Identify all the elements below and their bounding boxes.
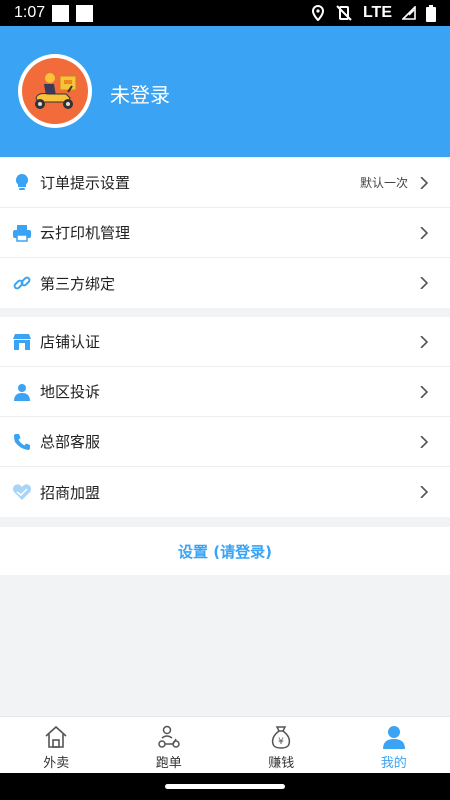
status-time: 1:07 (14, 4, 46, 21)
tab-label: 赚钱 (268, 756, 295, 771)
battery-icon (426, 4, 436, 22)
menu-item-hq-customer-service[interactable]: 总部客服 (0, 417, 450, 467)
chevron-right-icon (420, 226, 429, 239)
login-status[interactable]: 未登录 (110, 79, 170, 108)
menu-item-cloud-printer[interactable]: 云打印机管理 (0, 208, 450, 258)
vibrate-off-icon (336, 5, 352, 21)
menu-item-label: 总部客服 (40, 433, 101, 451)
store-icon (12, 332, 32, 352)
menu-item-label: 地区投诉 (40, 383, 101, 401)
settings-button[interactable]: 设置 (请登录) (0, 527, 450, 575)
printer-icon (12, 223, 32, 243)
menu-item-label: 订单提示设置 (40, 174, 131, 192)
svg-text:¥: ¥ (278, 737, 284, 747)
tab-mine[interactable]: 我的 (338, 717, 450, 773)
status-bar: 1:07 LTE (0, 0, 450, 26)
chevron-right-icon (420, 176, 429, 189)
chevron-right-icon (420, 277, 429, 289)
heart-hand-icon (12, 482, 32, 502)
home-icon (45, 725, 67, 748)
menu-item-regional-complaint[interactable]: 地区投诉 (0, 367, 450, 417)
link-icon (12, 273, 32, 293)
menu-item-label: 云打印机管理 (40, 224, 131, 242)
menu-item-value: 默认一次 (359, 176, 408, 190)
tab-label: 外卖 (43, 756, 70, 771)
tab-label: 我的 (380, 756, 407, 771)
menu-item-label: 第三方绑定 (40, 274, 116, 293)
chevron-right-icon (420, 486, 429, 498)
network-type: LTE (362, 4, 392, 21)
notification-icon (76, 4, 94, 22)
signal-icon (402, 6, 416, 20)
bottom-tab-bar: 外卖 跑单 ¥ 赚钱 我的 (0, 716, 450, 773)
menu-item-label: 店铺认证 (40, 333, 101, 351)
system-nav-bar (0, 773, 450, 800)
home-gesture-handle[interactable] (165, 784, 285, 789)
tab-errand[interactable]: 跑单 (113, 717, 226, 773)
profile-header: 未登录 (0, 26, 450, 157)
phone-icon (12, 432, 32, 452)
person-icon (12, 382, 32, 402)
menu-group-services: 店铺认证 地区投诉 总部客服 招商加盟 (0, 317, 450, 517)
delivery-scooter-icon (22, 58, 88, 124)
tab-takeout[interactable]: 外卖 (0, 717, 113, 773)
menu-item-label: 招商加盟 (40, 483, 101, 502)
tab-label: 跑单 (155, 756, 182, 771)
tab-earn-money[interactable]: ¥ 赚钱 (225, 717, 338, 773)
money-bag-icon: ¥ (272, 726, 291, 749)
menu-item-franchise[interactable]: 招商加盟 (0, 467, 450, 517)
lightbulb-icon (12, 173, 32, 193)
notification-icon (52, 4, 70, 22)
chevron-right-icon (420, 385, 429, 398)
menu-group-orders: 订单提示设置 默认一次 云打印机管理 第三方绑定 (0, 158, 450, 308)
location-icon (311, 5, 324, 21)
menu-item-order-notification[interactable]: 订单提示设置 默认一次 (0, 158, 450, 208)
chevron-right-icon (420, 335, 429, 348)
chevron-right-icon (420, 435, 429, 448)
user-icon (382, 726, 405, 749)
menu-item-store-certification[interactable]: 店铺认证 (0, 317, 450, 367)
courier-icon (158, 725, 180, 748)
avatar[interactable] (18, 54, 92, 128)
menu-item-third-party-binding[interactable]: 第三方绑定 (0, 258, 450, 308)
